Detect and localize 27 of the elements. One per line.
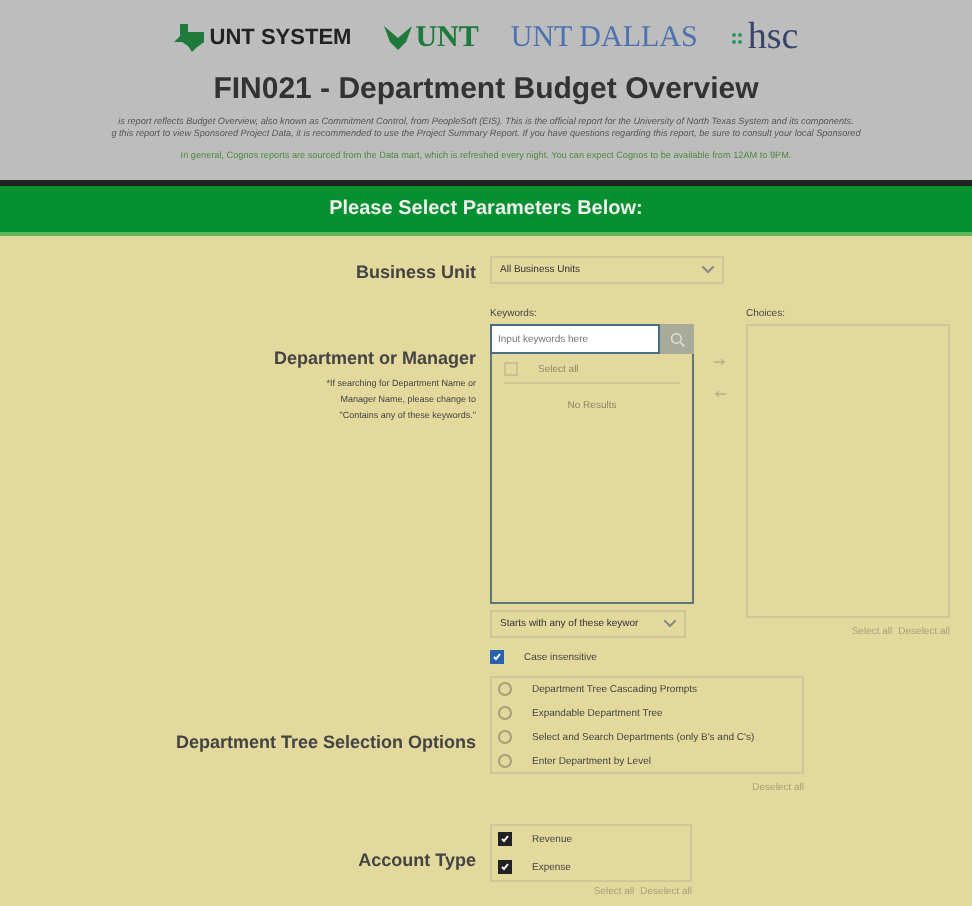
checkbox[interactable] <box>498 860 512 874</box>
radio-button[interactable] <box>498 730 512 744</box>
report-title: FIN021 - Department Budget Overview <box>213 72 759 106</box>
checkbox[interactable] <box>498 832 512 846</box>
field-label: Account Type <box>356 850 476 870</box>
search-icon <box>669 331 685 347</box>
field-label: Department Tree Selection Options <box>173 732 476 752</box>
field-label: Department or Manager <box>273 348 476 368</box>
caret-icon <box>702 266 714 274</box>
field-label: Business Unit <box>353 262 476 282</box>
select-all-checkbox[interactable] <box>504 362 518 376</box>
case-insensitive-checkbox[interactable] <box>490 650 504 664</box>
parameters-banner: Please Select Parameters Below: <box>0 186 972 236</box>
right-arrow-icon[interactable] <box>714 358 726 366</box>
radio-button[interactable] <box>498 706 512 720</box>
eagle-icon <box>383 26 412 50</box>
logo-text: hsc <box>747 16 799 60</box>
radio-button[interactable] <box>498 754 512 768</box>
radio-button[interactable] <box>498 682 512 696</box>
left-arrow-icon[interactable] <box>714 390 726 398</box>
search-button[interactable] <box>660 324 694 354</box>
caret-icon <box>664 620 676 628</box>
dots-icon <box>729 31 744 45</box>
logo-text: UNT <box>415 21 479 55</box>
logo-text: UNT SYSTEM <box>209 26 352 50</box>
texas-map-icon <box>173 24 206 52</box>
logo-text: UNT DALLAS <box>510 21 698 55</box>
